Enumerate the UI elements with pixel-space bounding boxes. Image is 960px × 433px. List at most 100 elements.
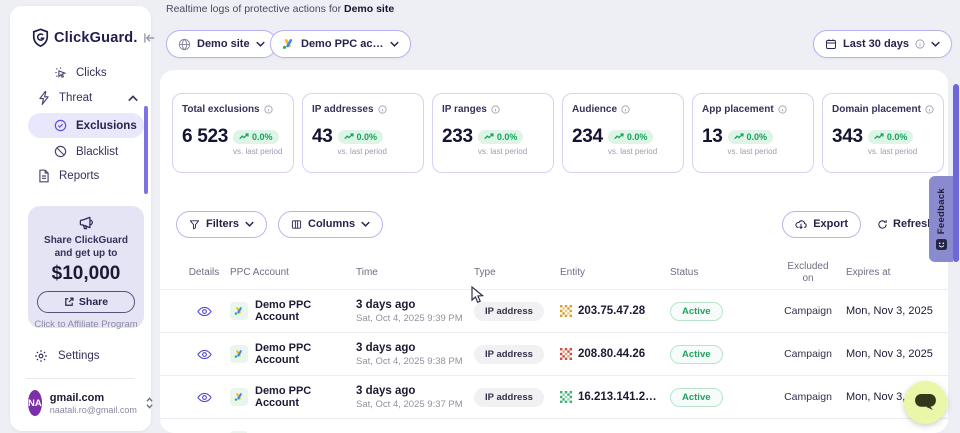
chevron-down-icon (390, 41, 399, 47)
stat-value: 233 (442, 127, 473, 147)
status-badge: Active (670, 388, 723, 407)
stat-value: 43 (312, 127, 333, 147)
page-subtitle: Realtime logs of protective actions for … (166, 3, 394, 15)
status-badge: Active (670, 302, 723, 321)
sidebar-item-clicks[interactable]: Clicks (54, 66, 107, 79)
share-button[interactable]: Share (37, 291, 135, 313)
expires-at-value: Mon, Nov 3, 2025 (846, 348, 946, 360)
sidebar-item-reports[interactable]: Reports (38, 169, 99, 183)
sidebar-scrollbar[interactable] (144, 106, 148, 194)
entity-value: 16.213.141.2… (578, 391, 657, 403)
stat-card: IP addresses 43 0.0% vs. last perio (302, 93, 424, 173)
affiliate-promo-card[interactable]: Share ClickGuard and get up to $10,000 S… (28, 206, 144, 328)
stat-label: App placement (702, 104, 774, 115)
google-ads-icon (230, 345, 248, 363)
info-icon[interactable] (378, 105, 387, 114)
account-menu[interactable]: NA gmail.com naatali.ro@gmail.com (28, 390, 143, 416)
blacklist-prohibited-icon (54, 145, 67, 158)
date-filter-label: Last 30 days (843, 38, 909, 50)
share-button-label: Share (79, 296, 108, 308)
table-row[interactable]: 3 days ago (160, 418, 948, 433)
filters-button-label: Filters (206, 218, 239, 230)
sidebar-item-label: Threat (59, 92, 92, 104)
stat-value: 13 (702, 127, 723, 147)
subtitle-site-name: Demo site (344, 3, 394, 15)
settings-label: Settings (58, 350, 100, 362)
brand-name: ClickGuard. (54, 30, 138, 46)
chevron-down-icon (256, 41, 265, 47)
account-name: gmail.com (50, 392, 137, 404)
sidebar-item-settings[interactable]: Settings (34, 349, 100, 363)
expires-at-value: Mon, Nov 3, 2025 (846, 305, 946, 317)
threat-lightning-icon (38, 91, 50, 105)
type-badge: IP address (474, 345, 544, 364)
chat-launcher-button[interactable] (904, 381, 947, 424)
view-details-eye-icon[interactable] (197, 392, 212, 403)
time-relative: 3 days ago (356, 299, 474, 311)
table-row[interactable]: Demo PPC Account 3 days ago Sat, Oct 4, … (160, 289, 948, 332)
stat-value: 6 523 (182, 127, 228, 147)
exclusions-check-circle-icon (54, 119, 67, 132)
ip-identicon (560, 305, 572, 317)
columns-button[interactable]: Columns (278, 211, 383, 238)
type-badge: IP address (474, 302, 544, 321)
sidebar-item-label: Exclusions (76, 120, 137, 132)
columns-button-label: Columns (308, 218, 355, 230)
view-details-eye-icon[interactable] (197, 349, 212, 360)
entity-value: 208.80.44.26 (578, 348, 645, 360)
chevron-up-icon[interactable] (128, 95, 138, 102)
chevron-down-icon (931, 41, 940, 47)
time-absolute: Sat, Oct 4, 2025 9:39 PM (356, 313, 474, 324)
stat-label: Domain placement (832, 104, 921, 115)
filters-button[interactable]: Filters (176, 211, 267, 238)
cloud-download-icon (795, 219, 807, 230)
info-icon[interactable] (778, 105, 787, 114)
gear-icon (34, 349, 48, 363)
time-absolute: Sat, Oct 4, 2025 9:37 PM (356, 399, 474, 410)
date-range-dropdown[interactable]: Last 30 days (813, 30, 952, 58)
info-icon[interactable] (491, 105, 500, 114)
google-ads-icon (230, 302, 248, 320)
content-panel: Total exclusions 6 523 0.0% vs. las (160, 70, 948, 433)
info-icon[interactable] (264, 105, 273, 114)
ppc-account-filter-dropdown[interactable]: Demo PPC ac… (270, 30, 411, 58)
trend-value: 0.0% (627, 132, 648, 142)
sidebar-item-threat[interactable]: Threat (38, 91, 138, 105)
export-button[interactable]: Export (782, 211, 861, 238)
ppc-account-name: Demo PPC Account (255, 385, 356, 409)
sidebar-collapse-icon[interactable] (143, 32, 156, 44)
stat-card: Audience 234 0.0% vs. last period (562, 93, 684, 173)
sidebar-item-blacklist[interactable]: Blacklist (54, 145, 118, 158)
page-scrollbar[interactable] (953, 84, 959, 262)
clickguard-shield-logo-icon (32, 28, 49, 47)
table-row[interactable]: Demo PPC Account 3 days ago Sat, Oct 4, … (160, 375, 948, 418)
trend-value: 0.0% (497, 132, 518, 142)
chat-bubble-icon (915, 394, 936, 411)
site-filter-dropdown[interactable]: Demo site (166, 30, 277, 58)
filter-funnel-icon (189, 219, 200, 230)
info-icon[interactable] (925, 105, 934, 114)
info-icon[interactable] (621, 105, 630, 114)
refresh-button[interactable]: Refresh (877, 218, 934, 230)
table-row[interactable]: Demo PPC Account 3 days ago Sat, Oct 4, … (160, 332, 948, 375)
column-header: Type (474, 267, 560, 278)
ppc-account-name: Demo PPC Account (255, 342, 356, 366)
calendar-icon (825, 38, 837, 50)
stat-label: Total exclusions (182, 104, 260, 115)
time-relative: 3 days ago (356, 342, 474, 354)
google-ads-icon (230, 388, 248, 406)
sidebar-item-exclusions[interactable]: Exclusions (28, 113, 144, 138)
feedback-tab[interactable]: Feedback (929, 176, 953, 262)
trend-up-icon (344, 133, 354, 140)
ppc-filter-label: Demo PPC ac… (301, 38, 384, 50)
affiliate-link-text[interactable]: Click to Affiliate Program (28, 319, 144, 330)
subtitle-prefix: Realtime logs of protective actions for (166, 3, 344, 15)
megaphone-icon (28, 215, 144, 230)
trend-badge: 0.0% (868, 130, 914, 144)
stat-compare-label: vs. last period (478, 147, 527, 156)
chevron-down-icon (245, 221, 254, 227)
table-toolbar: Filters Columns Export (176, 210, 934, 238)
avatar: NA (28, 390, 42, 416)
view-details-eye-icon[interactable] (197, 306, 212, 317)
trend-badge: 0.0% (233, 130, 279, 144)
